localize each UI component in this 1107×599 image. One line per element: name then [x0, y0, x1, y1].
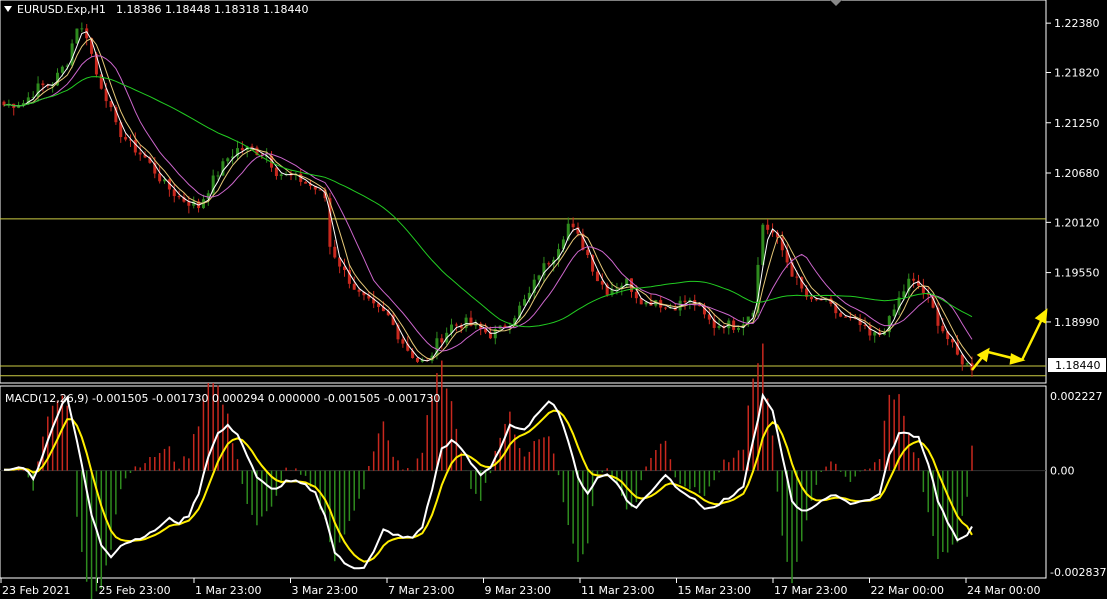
time-axis-label: 1 Mar 23:00: [195, 584, 261, 597]
candle-body: [547, 263, 551, 265]
candle-body: [75, 28, 79, 44]
ma-fast-line: [3, 31, 973, 367]
candle-body: [240, 148, 244, 151]
chart-shift-marker-icon[interactable]: [830, 0, 842, 6]
candle-body: [401, 339, 405, 344]
candle-body: [595, 271, 599, 282]
candle-body: [440, 338, 444, 343]
candle-body: [795, 276, 799, 278]
macd-main-line: [4, 392, 973, 570]
price-axis-label: 1.20680: [1054, 167, 1100, 180]
candle-body: [304, 181, 308, 184]
chart-container[interactable]: 1.22380 1.21820 1.21250 1.20680 1.20120 1.195…: [0, 0, 1107, 599]
time-axis-label: 15 Mar 23:00: [678, 584, 751, 597]
candle-body: [814, 299, 818, 301]
macd-axis-label: 0.00: [1050, 465, 1075, 478]
candle-body: [41, 83, 45, 86]
candle-body: [36, 83, 40, 97]
candle-body: [941, 325, 945, 332]
candle-body: [522, 299, 526, 306]
candle-body: [216, 175, 220, 177]
candle-body: [138, 152, 142, 155]
price-plot: [0, 22, 1046, 377]
candle-body: [586, 249, 590, 256]
candle-body: [717, 326, 721, 328]
candle-body: [279, 174, 283, 177]
candle-body: [634, 291, 638, 299]
ohlc-label: 1.18386 1.18448 1.18318 1.18440: [116, 3, 308, 16]
candle-body: [839, 313, 843, 317]
time-axis-label: 7 Mar 23:00: [388, 584, 454, 597]
macd-plot: [0, 343, 1046, 599]
ma-long-line: [3, 76, 973, 328]
price-axis-label: 1.18990: [1054, 316, 1100, 329]
projection-arrows: [971, 308, 1048, 371]
candle-body: [352, 283, 356, 290]
candle-body: [172, 189, 176, 197]
current-price-label: 1.18440: [1055, 359, 1101, 372]
price-axis-label: 1.20120: [1054, 216, 1100, 229]
time-axis-label: 11 Mar 23:00: [581, 584, 654, 597]
candle-body: [274, 167, 278, 177]
candle-body: [60, 66, 64, 73]
candle-body: [615, 288, 619, 290]
price-axis-label: 1.22380: [1054, 17, 1100, 30]
symbol-label: EURUSD.Exp,H1: [17, 3, 106, 16]
candle-body: [415, 358, 419, 362]
candle-body: [177, 196, 181, 198]
candle-body: [766, 224, 770, 230]
candle-body: [732, 320, 736, 330]
candle-body: [892, 309, 896, 317]
macd-axis-label: 0.002227: [1050, 390, 1103, 403]
ma-slow-line: [3, 55, 973, 352]
candle-body: [333, 246, 337, 258]
candle-body: [571, 223, 575, 228]
candle-body: [664, 307, 668, 309]
candle-body: [70, 43, 74, 66]
candle-body: [454, 324, 458, 326]
time-axis-label: 25 Feb 23:00: [99, 584, 171, 597]
macd-axis-label: -0.002837: [1050, 566, 1106, 579]
candle-body: [133, 139, 137, 153]
candle-body: [226, 158, 230, 162]
ma-mid-line: [3, 37, 973, 360]
time-axis-label: 23 Feb 2021: [2, 584, 70, 597]
candle-body: [537, 275, 541, 280]
time-axis-label: 3 Mar 23:00: [292, 584, 358, 597]
candle-body: [912, 278, 916, 281]
price-axis-label: 1.19550: [1054, 267, 1100, 280]
candle-body: [683, 300, 687, 303]
candle-body: [965, 363, 969, 365]
candle-body: [250, 146, 254, 148]
candle-body: [873, 332, 877, 336]
macd-signal-line: [4, 409, 973, 563]
candle-body: [124, 137, 128, 140]
time-axis-label: 22 Mar 00:00: [871, 584, 944, 597]
time-axis-label: 9 Mar 23:00: [485, 584, 551, 597]
chart-menu-triangle-icon[interactable]: [4, 6, 12, 12]
candle-body: [737, 327, 741, 330]
candle-body: [844, 316, 848, 318]
time-axis-label: 24 Mar 00:00: [967, 584, 1040, 597]
macd-label: MACD(12,26,9) -0.001505 -0.001730 0.0002…: [5, 392, 440, 405]
price-axis-label: 1.21250: [1054, 117, 1100, 130]
candle-body: [809, 296, 813, 300]
candle-body: [158, 173, 162, 182]
time-axis-label: 17 Mar 23:00: [774, 584, 847, 597]
price-axis-label: 1.21820: [1054, 67, 1100, 80]
candle-body: [80, 28, 84, 30]
candle-body: [357, 289, 361, 292]
